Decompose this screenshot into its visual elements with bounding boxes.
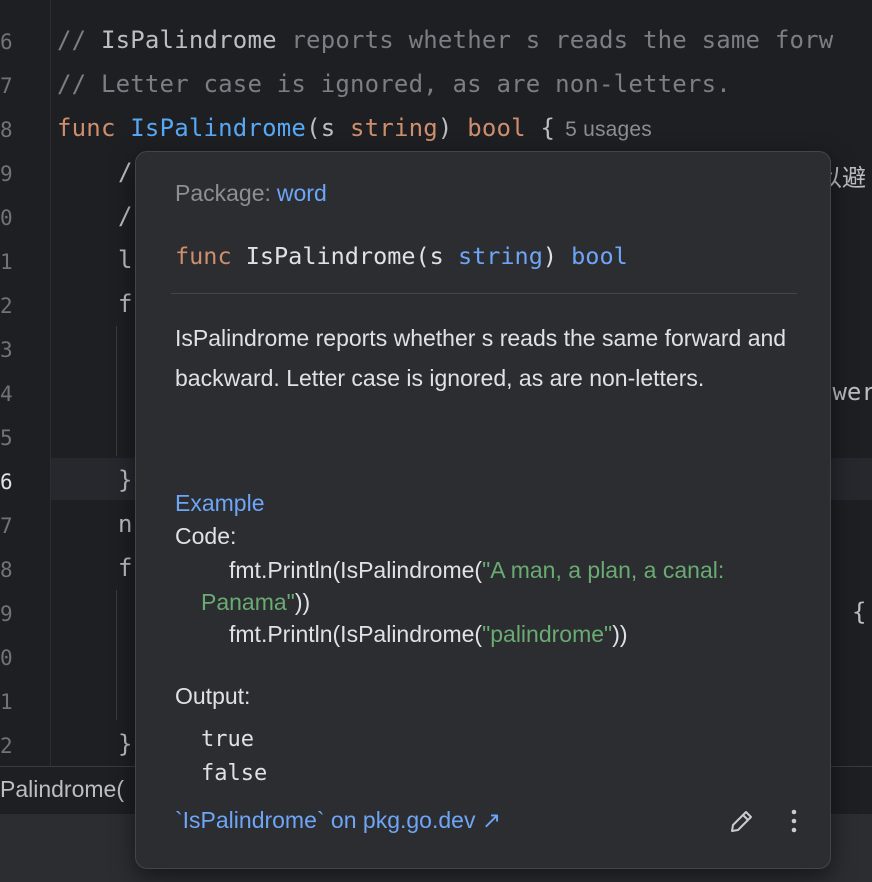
line-number: 5 [0, 426, 13, 450]
indent-guide [116, 326, 117, 456]
line-number: 8 [0, 118, 13, 142]
code-comment-line-2[interactable]: // Letter case is ignored, as are non-le… [57, 70, 731, 98]
more-vertical-icon[interactable] [782, 807, 806, 835]
code-fragment: n [118, 510, 133, 538]
example-code-line-2: fmt.Println(IsPalindrome("palindrome")) [201, 618, 761, 650]
line-number: 1 [0, 250, 13, 274]
documentation-popup[interactable]: Package: word func IsPalindrome(s string)… [135, 151, 831, 869]
usages-hint[interactable]: 5 usages [565, 118, 652, 141]
code-fragment: { [852, 598, 867, 626]
pkg-go-dev-link[interactable]: `IsPalindrome` on pkg.go.dev ↗ [175, 807, 501, 834]
breadcrumb[interactable]: Palindrome( [0, 776, 124, 803]
sig-param-type[interactable]: string [458, 242, 543, 270]
sig-return-type[interactable]: bool [571, 242, 628, 270]
code-fragment: } [118, 730, 133, 758]
line-number: 2 [0, 294, 13, 318]
code-func-declaration[interactable]: func IsPalindrome(s string) bool {5 usag… [57, 114, 652, 142]
line-number: 9 [0, 602, 13, 626]
func-keyword: func [57, 114, 116, 142]
code-call-close: )) [294, 589, 311, 615]
code-call: fmt.Println(IsPalindrome( [229, 621, 483, 647]
pencil-icon[interactable] [728, 807, 756, 835]
code-fragment: f [118, 554, 133, 582]
code-fragment: / [118, 202, 133, 230]
sig-close: ) [542, 242, 572, 270]
line-number: 0 [0, 206, 13, 230]
package-link[interactable]: word [277, 180, 327, 206]
param-type: string [350, 114, 438, 142]
line-number: 7 [0, 514, 13, 538]
func-params-open: (s [306, 114, 351, 142]
output-value: true [201, 727, 254, 752]
line-number: 9 [0, 162, 13, 186]
line-number-current: 6 [0, 470, 13, 494]
divider [171, 293, 797, 294]
package-label: Package: [175, 180, 271, 206]
func-name[interactable]: IsPalindrome [130, 114, 306, 142]
code-string: "palindrome" [482, 621, 613, 647]
example-code: fmt.Println(IsPalindrome("A man, a plan,… [201, 554, 761, 650]
code-call-close: )) [612, 621, 628, 647]
indent-guide [116, 590, 117, 720]
code-fragment: } [118, 466, 133, 494]
function-signature: func IsPalindrome(s string) bool [175, 242, 628, 270]
func-params-close: ) [437, 114, 468, 142]
sig-func-keyword: func [175, 242, 232, 270]
output-label: Output: [175, 683, 251, 709]
package-line: Package: word [175, 180, 327, 207]
example-title: Example [175, 490, 265, 516]
comment-text: reports whether s reads the same forw [276, 26, 834, 54]
return-type: bool [467, 114, 526, 142]
line-number: 1 [0, 690, 13, 714]
line-number: 8 [0, 558, 13, 582]
doc-description: IsPalindrome reports whether s reads the… [175, 325, 787, 391]
gutter-separator [50, 0, 51, 766]
example-code-line-1: fmt.Println(IsPalindrome("A man, a plan,… [201, 554, 761, 618]
line-number: 3 [0, 338, 13, 362]
line-number: 2 [0, 734, 13, 758]
func-brace: { [525, 114, 556, 142]
comment-func-ref: IsPalindrome [100, 26, 277, 54]
code-call: fmt.Println(IsPalindrome( [229, 557, 483, 583]
code-fragment: / [118, 158, 133, 186]
code-fragment: l [118, 246, 133, 274]
sig-func-name: IsPalindrome(s [231, 242, 458, 270]
code-fragment: f [118, 290, 133, 318]
code-label: Code: [175, 523, 237, 549]
line-number: 7 [0, 74, 13, 98]
line-number: 4 [0, 382, 13, 406]
line-number: 0 [0, 646, 13, 670]
code-comment-line-1[interactable]: // IsPalindrome reports whether s reads … [57, 26, 833, 54]
line-number: 6 [0, 30, 13, 54]
output-value: false [201, 761, 268, 786]
